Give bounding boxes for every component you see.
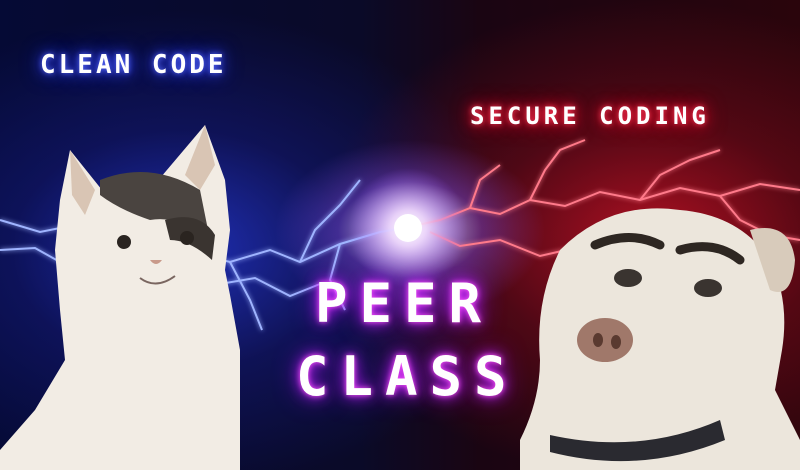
meme-image: CLEAN CODE SECURE CODING PEER CLASS [0, 0, 800, 470]
title-line-class: CLASS [296, 345, 519, 408]
dog-image [520, 208, 800, 470]
title-line-peer: PEER [315, 272, 494, 335]
cat-image [0, 125, 240, 470]
secure-coding-label: SECURE CODING [470, 102, 710, 130]
clean-code-label: CLEAN CODE [40, 50, 227, 80]
